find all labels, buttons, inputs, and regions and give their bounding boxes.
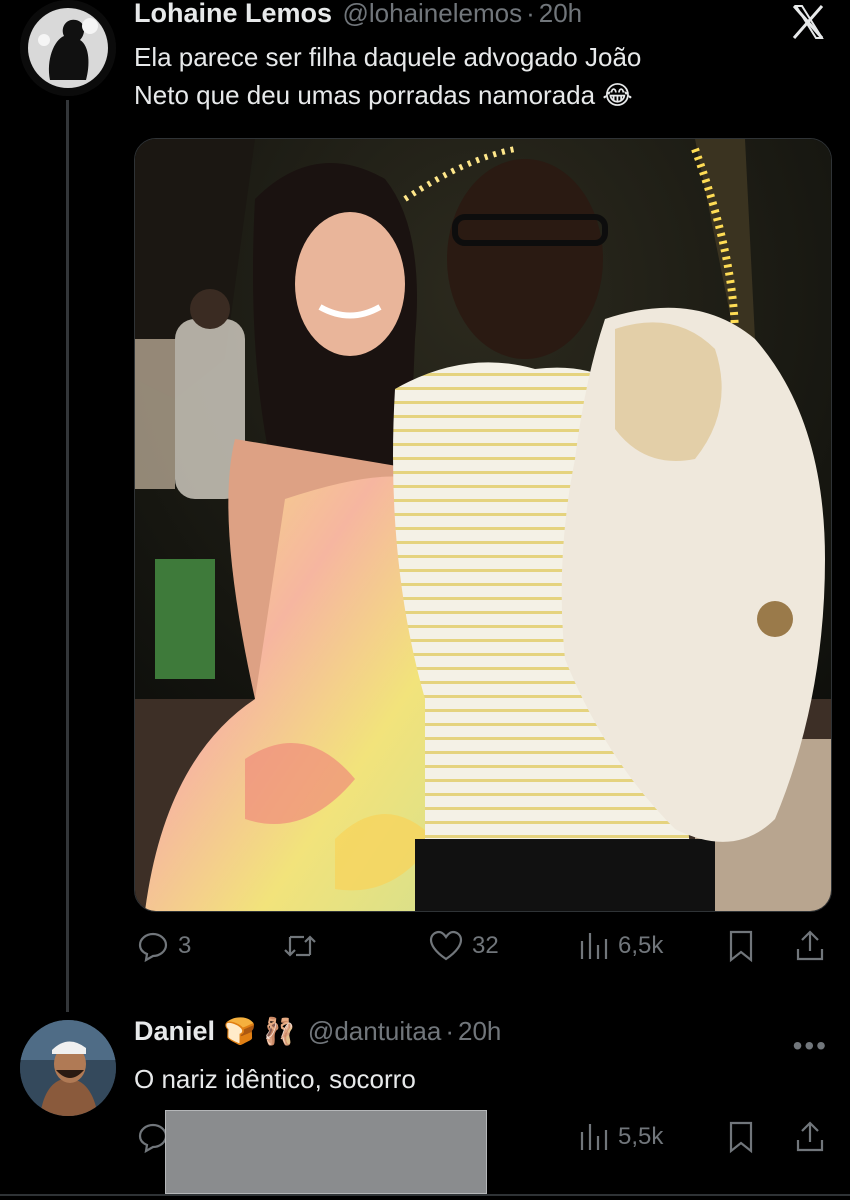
reply-button[interactable]: 3 xyxy=(136,929,191,963)
separator-dot: · xyxy=(526,0,535,28)
divider xyxy=(0,1194,850,1196)
timestamp[interactable]: 20h xyxy=(458,1016,501,1046)
views-button[interactable]: 5,5k xyxy=(578,1120,663,1154)
views-count: 6,5k xyxy=(618,932,664,959)
redaction-box xyxy=(165,1110,487,1194)
tweet-photo[interactable] xyxy=(134,138,832,912)
bookmark-icon xyxy=(729,1121,753,1154)
tweet1-header: Lohaine Lemos @lohainelemos · 20h xyxy=(134,0,582,29)
reply-icon xyxy=(138,932,168,963)
views-button[interactable]: 6,5k xyxy=(578,929,663,963)
views-icon xyxy=(580,1124,608,1150)
share-button[interactable] xyxy=(794,929,826,963)
author-name[interactable]: Lohaine Lemos xyxy=(134,0,332,28)
thread-line xyxy=(66,100,69,1012)
author-handle[interactable]: @lohainelemos xyxy=(342,0,522,28)
retweet-button[interactable] xyxy=(282,929,326,963)
more-icon[interactable]: ••• xyxy=(793,1030,828,1062)
share-icon xyxy=(796,1121,824,1152)
tweet1-actions: 3 32 6,5k xyxy=(0,925,850,969)
author-name[interactable]: Daniel xyxy=(134,1016,215,1046)
name-emojis: 🍞 🩰 xyxy=(223,1016,296,1046)
tweet1-text-line2: Neto que deu umas porradas namorada 😂 xyxy=(134,80,633,110)
avatar-daniel[interactable] xyxy=(20,1020,116,1116)
separator-dot: · xyxy=(445,1016,454,1046)
views-icon xyxy=(580,933,608,959)
tweet1-text: Ela parece ser filha daquele advogado Jo… xyxy=(134,38,824,114)
retweet-icon xyxy=(284,935,316,957)
reply-count: 3 xyxy=(178,932,192,959)
bookmark-button[interactable] xyxy=(726,1120,756,1154)
bookmark-button[interactable] xyxy=(726,929,756,963)
tweet2-header: Daniel 🍞 🩰 @dantuitaa · 20h xyxy=(134,1016,501,1047)
timestamp[interactable]: 20h xyxy=(539,0,582,28)
like-button[interactable]: 32 xyxy=(428,929,499,963)
bookmark-icon xyxy=(729,930,753,963)
x-close-icon[interactable] xyxy=(788,2,828,42)
like-count: 32 xyxy=(472,932,499,959)
tweet1-text-line1: Ela parece ser filha daquele advogado Jo… xyxy=(134,42,642,72)
heart-icon xyxy=(429,930,463,961)
avatar-lohaine[interactable] xyxy=(20,0,116,96)
author-handle[interactable]: @dantuitaa xyxy=(308,1016,441,1046)
tweet2-text: O nariz idêntico, socorro xyxy=(134,1064,416,1094)
share-icon xyxy=(796,930,824,961)
share-button[interactable] xyxy=(794,1120,826,1154)
views-count: 5,5k xyxy=(618,1123,664,1150)
